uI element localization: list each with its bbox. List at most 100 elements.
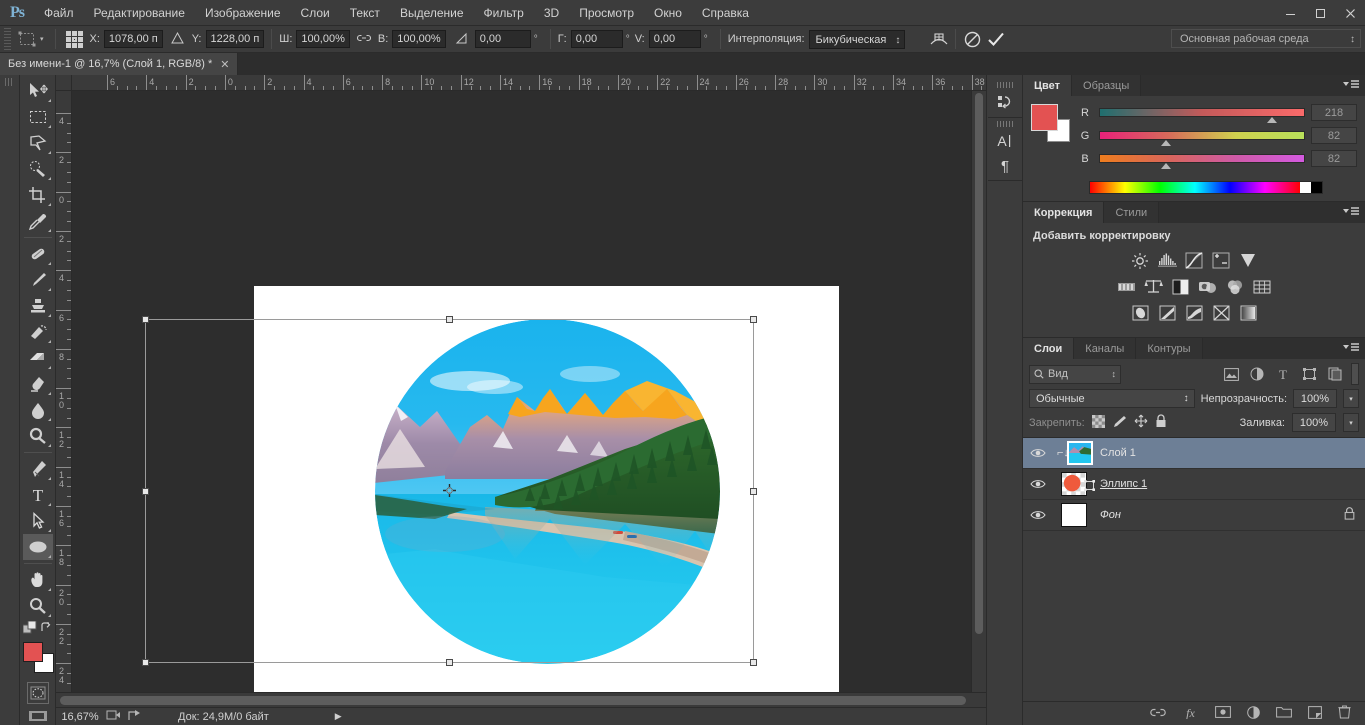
width-input[interactable]: 100,00% xyxy=(296,30,349,48)
character-panel-icon[interactable]: A xyxy=(988,129,1022,153)
delete-layer-icon[interactable] xyxy=(1338,705,1351,722)
filter-type-icon[interactable]: T xyxy=(1273,364,1293,384)
table-row[interactable]: ⌐↓ Слой 1 xyxy=(1023,438,1365,469)
vertical-scrollbar[interactable] xyxy=(971,91,986,692)
color-balance-icon[interactable] xyxy=(1143,277,1164,296)
tab-styles[interactable]: Стили xyxy=(1104,202,1159,223)
y-input[interactable]: 1228,00 п xyxy=(206,30,265,48)
new-group-icon[interactable] xyxy=(1276,706,1292,721)
ellipse-tool[interactable] xyxy=(23,534,53,560)
levels-icon[interactable] xyxy=(1157,251,1178,270)
vertical-scrollbar-thumb[interactable] xyxy=(975,93,983,634)
rotation-input[interactable]: 0,00 xyxy=(475,30,531,48)
menu-type[interactable]: Текст xyxy=(340,2,390,24)
crop-tool[interactable] xyxy=(23,182,53,208)
layer-visibility-icon[interactable] xyxy=(1025,509,1051,521)
transform-handle-br[interactable] xyxy=(750,659,757,666)
g-slider[interactable] xyxy=(1099,131,1305,140)
menu-select[interactable]: Выделение xyxy=(390,2,474,24)
panel-menu-icon[interactable] xyxy=(1342,342,1360,353)
paragraph-panel-icon[interactable]: ¶ xyxy=(988,153,1022,177)
delta-icon[interactable] xyxy=(171,32,184,47)
transform-handle-tl[interactable] xyxy=(142,316,149,323)
dodge-tool[interactable] xyxy=(23,423,53,449)
layer-visibility-icon[interactable] xyxy=(1025,478,1051,490)
r-slider[interactable] xyxy=(1099,108,1305,117)
transform-pivot-icon[interactable] xyxy=(443,484,456,497)
filter-smart-icon[interactable] xyxy=(1325,364,1345,384)
tab-color[interactable]: Цвет xyxy=(1023,75,1072,96)
tab-swatches[interactable]: Образцы xyxy=(1072,75,1141,96)
threshold-icon[interactable] xyxy=(1184,303,1205,322)
transform-handle-tc[interactable] xyxy=(446,316,453,323)
layer-list[interactable]: ⌐↓ Слой 1 xyxy=(1023,437,1365,701)
color-lookup-icon[interactable] xyxy=(1251,277,1272,296)
brightness-contrast-icon[interactable] xyxy=(1130,251,1151,270)
character-paragraph-group[interactable]: A ¶ xyxy=(988,118,1022,181)
posterize-icon[interactable] xyxy=(1157,303,1178,322)
r-value[interactable]: 218 xyxy=(1311,104,1357,121)
x-input[interactable]: 1078,00 п xyxy=(104,30,163,48)
menu-help[interactable]: Справка xyxy=(692,2,759,24)
panel-grip[interactable] xyxy=(997,82,1013,88)
quick-selection-tool[interactable] xyxy=(23,156,53,182)
free-transform-icon[interactable] xyxy=(14,28,40,50)
b-value[interactable]: 82 xyxy=(1311,150,1357,167)
horizontal-ruler[interactable]: 64202468101214161820222426283032343638 xyxy=(72,75,986,91)
table-row[interactable]: Эллипс 1 xyxy=(1023,469,1365,500)
lock-position-icon[interactable] xyxy=(1134,414,1148,431)
curves-icon[interactable] xyxy=(1184,251,1205,270)
close-icon[interactable]: ✕ xyxy=(220,58,229,71)
layer-visibility-icon[interactable] xyxy=(1025,447,1051,459)
g-value[interactable]: 82 xyxy=(1311,127,1357,144)
exposure-icon[interactable] xyxy=(1211,251,1232,270)
color-spectrum-bar[interactable] xyxy=(1089,181,1323,194)
reference-point-grid[interactable] xyxy=(65,30,84,49)
fill-input[interactable]: 100% xyxy=(1292,413,1336,432)
blur-tool[interactable] xyxy=(23,397,53,423)
invert-icon[interactable] xyxy=(1130,303,1151,322)
vector-mask-icon[interactable] xyxy=(1083,479,1096,495)
panel-grip[interactable] xyxy=(997,121,1013,127)
swap-colors-icon[interactable] xyxy=(40,622,52,637)
filter-shape-icon[interactable] xyxy=(1299,364,1319,384)
lock-image-icon[interactable] xyxy=(1112,415,1127,431)
g-slider-thumb[interactable] xyxy=(1161,140,1171,146)
hand-tool[interactable] xyxy=(23,567,53,593)
r-slider-thumb[interactable] xyxy=(1267,117,1277,123)
interpolation-select[interactable]: Бикубическая xyxy=(809,30,906,49)
b-slider[interactable] xyxy=(1099,154,1305,163)
menu-edit[interactable]: Редактирование xyxy=(84,2,195,24)
menu-3d[interactable]: 3D xyxy=(534,2,569,24)
canvas-stage[interactable]: ▸▸ ✕ xyxy=(72,91,971,692)
new-adjustment-icon[interactable] xyxy=(1247,706,1260,722)
link-icon[interactable] xyxy=(357,33,371,46)
path-selection-tool[interactable] xyxy=(23,508,53,534)
default-colors-icon[interactable] xyxy=(23,621,37,638)
transform-handle-bl[interactable] xyxy=(142,659,149,666)
gradient-tool[interactable] xyxy=(23,371,53,397)
zoom-level-input[interactable]: 16,67% xyxy=(60,711,100,723)
layer-thumbnail-wrap[interactable] xyxy=(1051,472,1097,496)
skew-h-input[interactable]: 0,00 xyxy=(571,30,623,48)
history-panel-icon[interactable] xyxy=(988,90,1022,114)
history-brush-tool[interactable] xyxy=(23,319,53,345)
layer-thumbnail-wrap[interactable]: ⌐↓ xyxy=(1051,441,1097,465)
ruler-corner[interactable] xyxy=(56,75,72,91)
transform-handle-tr[interactable] xyxy=(750,316,757,323)
workspace-select[interactable]: Основная рабочая среда xyxy=(1171,29,1361,48)
close-button[interactable] xyxy=(1335,0,1365,26)
tab-adjustments[interactable]: Коррекция xyxy=(1023,202,1104,223)
filter-toggle-switch[interactable] xyxy=(1351,363,1359,385)
vibrance-icon[interactable] xyxy=(1238,251,1259,270)
eyedropper-tool[interactable] xyxy=(23,208,53,234)
layer-name[interactable]: Слой 1 xyxy=(1100,447,1136,459)
foreground-color-swatch[interactable] xyxy=(23,642,43,662)
toolbar-grip[interactable] xyxy=(5,78,14,86)
channel-mixer-icon[interactable] xyxy=(1224,277,1245,296)
tab-paths[interactable]: Контуры xyxy=(1136,338,1202,359)
screen-mode-icon[interactable] xyxy=(28,710,48,725)
rectangular-marquee-tool[interactable] xyxy=(23,104,53,130)
photo-filter-icon[interactable] xyxy=(1197,277,1218,296)
options-bar-grip[interactable] xyxy=(2,28,11,50)
